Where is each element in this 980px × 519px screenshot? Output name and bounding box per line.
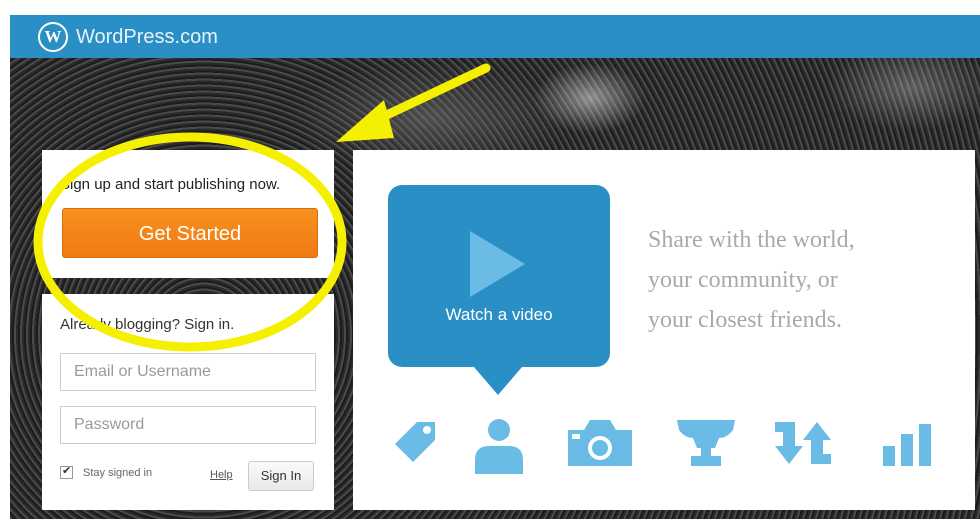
sign-in-button[interactable]: Sign In [248, 461, 314, 491]
wordpress-logo-icon: W [38, 22, 68, 52]
camera-icon [568, 420, 632, 466]
tagline-line: Share with the world, [648, 227, 855, 253]
signin-panel: Already blogging? Sign in. Email or User… [42, 294, 334, 510]
video-tile-pointer [474, 367, 522, 395]
top-bar: W WordPress.com [0, 0, 980, 58]
promo-panel: Watch a video Share with the world, your… [353, 150, 975, 510]
tagline-line: your community, or [648, 267, 838, 293]
signup-panel: Sign up and start publishing now. Get St… [42, 150, 334, 278]
stay-signed-in-label: Stay signed in [83, 466, 153, 479]
watch-video-tile[interactable]: Watch a video [388, 185, 610, 395]
play-icon [470, 231, 525, 297]
bar-chart-icon [883, 424, 931, 466]
signin-title: Already blogging? Sign in. [60, 316, 235, 333]
tagline-line: your closest friends. [648, 307, 842, 333]
trophy-icon [677, 420, 735, 466]
brand-name: WordPress.com [76, 25, 218, 48]
stay-signed-in-checkbox[interactable] [60, 464, 73, 479]
stay-signed-in[interactable]: Stay signed in [60, 464, 153, 479]
person-icon [475, 419, 523, 474]
tag-icon [395, 422, 435, 462]
help-link[interactable]: Help [210, 469, 233, 481]
password-field[interactable]: Password [60, 406, 316, 444]
email-field[interactable]: Email or Username [60, 353, 316, 391]
signup-prompt: Sign up and start publishing now. [60, 176, 281, 193]
watch-video-label: Watch a video [445, 305, 553, 324]
wordpress-logo[interactable]: W WordPress.com [38, 21, 218, 53]
get-started-button[interactable]: Get Started [62, 208, 318, 258]
tagline: Share with the world, your community, or… [648, 220, 958, 340]
arrows-icon [775, 422, 831, 464]
